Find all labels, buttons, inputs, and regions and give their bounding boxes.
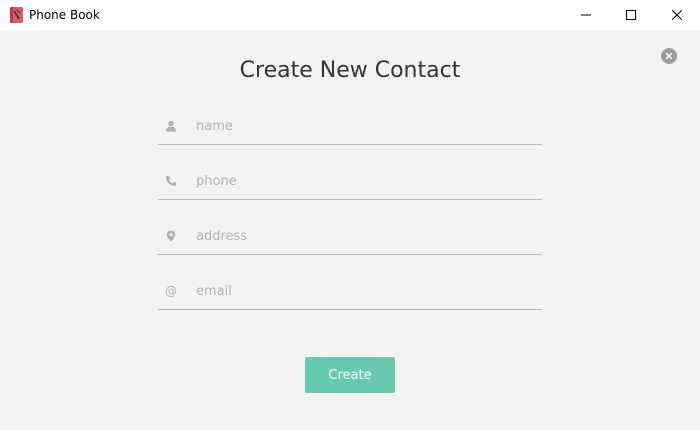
phone-icon	[164, 174, 178, 188]
address-field	[158, 223, 542, 255]
name-input[interactable]	[196, 115, 526, 137]
person-icon	[164, 119, 178, 133]
phone-input[interactable]	[196, 170, 526, 192]
maximize-icon	[626, 10, 636, 20]
address-input[interactable]	[196, 225, 526, 247]
email-input[interactable]	[196, 280, 526, 302]
phone-book-app-icon	[10, 7, 23, 23]
email-field: @	[158, 278, 542, 310]
name-field	[158, 113, 542, 145]
location-pin-icon	[164, 229, 178, 243]
close-icon	[672, 10, 682, 20]
minimize-icon	[581, 14, 591, 16]
maximize-button[interactable]	[608, 0, 654, 30]
minimize-button[interactable]	[563, 0, 609, 30]
at-sign-icon: @	[165, 284, 177, 298]
window-title: Phone Book	[29, 8, 100, 22]
close-window-button[interactable]	[654, 0, 700, 30]
phone-field	[158, 168, 542, 200]
page-title: Create New Contact	[239, 58, 461, 83]
window-titlebar: Phone Book	[0, 0, 700, 30]
create-button[interactable]: Create	[305, 357, 395, 393]
